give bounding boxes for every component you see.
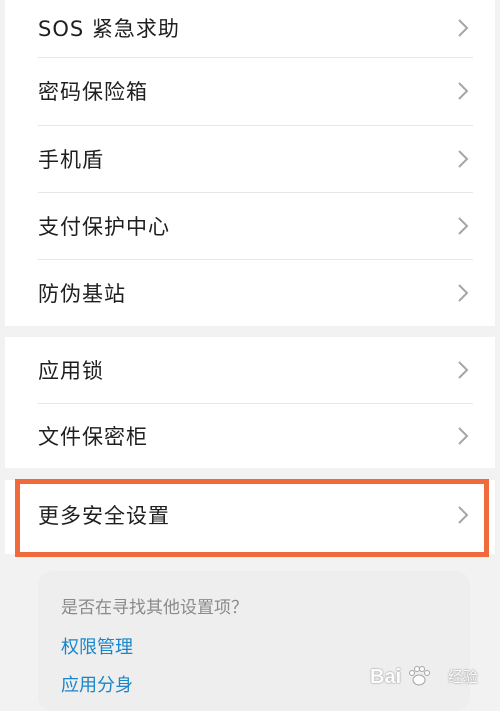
menu-item-file-safe[interactable]: 文件保密柜 [5,404,495,468]
security-group-more: 更多安全设置 [5,480,495,554]
menu-item-sos[interactable]: SOS 紧急求助 [5,0,495,55]
suggestion-prompt: 是否在寻找其他设置项？ [61,598,248,618]
menu-item-label: 手机盾 [38,148,104,172]
menu-item-app-lock[interactable]: 应用锁 [5,337,495,403]
menu-item-label: 应用锁 [38,359,104,383]
chevron-right-icon [458,284,469,302]
security-group-apps: 应用锁 文件保密柜 [5,337,495,468]
menu-item-label: 文件保密柜 [38,425,148,449]
menu-item-label: SOS 紧急求助 [38,16,180,41]
watermark-suffix: 经验 [447,668,478,686]
menu-item-label: 更多安全设置 [38,504,170,528]
chevron-right-icon [458,361,469,379]
menu-item-fake-base-station[interactable]: 防伪基站 [5,260,495,326]
chevron-right-icon [458,82,469,100]
paw-icon [409,666,430,686]
menu-item-password-vault[interactable]: 密码保险箱 [5,58,495,124]
menu-item-label: 支付保护中心 [38,215,170,239]
chevron-right-icon [458,150,469,168]
menu-item-label: 密码保险箱 [38,80,148,104]
chevron-right-icon [458,427,469,445]
watermark-brand: Bai [370,666,402,688]
chevron-right-icon [458,506,469,524]
baidu-watermark: Bai 经验 [370,653,478,693]
link-permission-management[interactable]: 权限管理 [61,633,133,659]
menu-item-phone-shield[interactable]: 手机盾 [5,126,495,192]
menu-item-payment-protection[interactable]: 支付保护中心 [5,193,495,259]
security-group-main: SOS 紧急求助 密码保险箱 手机盾 支付保护中心 防伪基站 [5,0,495,326]
menu-item-label: 防伪基站 [38,282,126,306]
menu-item-more-security-settings[interactable]: 更多安全设置 [5,480,495,550]
chevron-right-icon [458,18,469,37]
chevron-right-icon [458,217,469,235]
link-app-twin[interactable]: 应用分身 [61,671,133,697]
